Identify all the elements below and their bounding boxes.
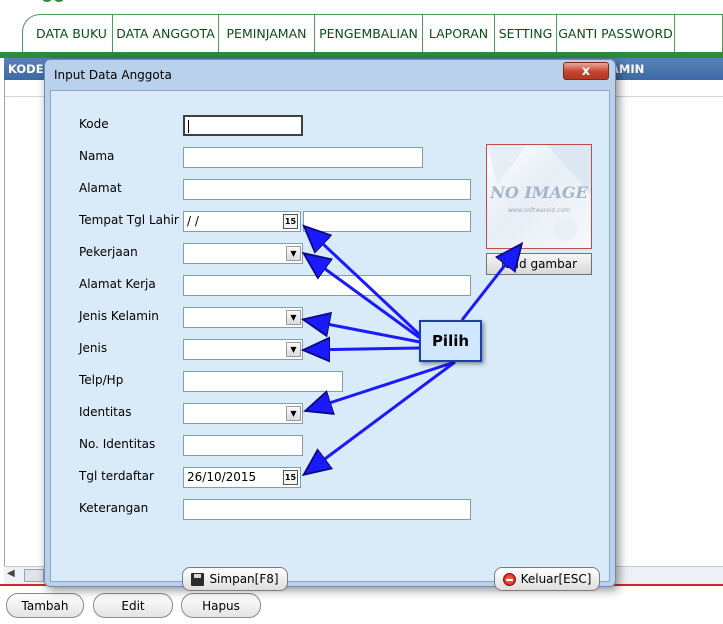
dialog-body: Kode Nama Alamat Tempat Tgl Lahir Pekerj… — [50, 90, 610, 591]
nav-pengembalian[interactable]: PENGEMBALIAN — [315, 15, 423, 52]
calendar-icon[interactable]: 15 — [283, 470, 298, 485]
nav-ganti-password[interactable]: GANTI PASSWORD — [557, 15, 675, 52]
photo-preview: NO IMAGE www.softwareid.com — [486, 144, 592, 249]
label-kode: Kode — [79, 117, 109, 131]
label-jenis: Jenis — [79, 341, 108, 355]
hapus-button[interactable]: Hapus — [181, 593, 261, 618]
calendar-icon[interactable]: 15 — [283, 214, 298, 229]
tgl-lahir-datepicker[interactable]: / / 15 — [183, 211, 301, 232]
keterangan-input[interactable] — [183, 499, 471, 520]
scroll-thumb[interactable] — [24, 569, 44, 582]
label-jenis-kelamin: Jenis Kelamin — [79, 309, 159, 323]
close-button[interactable]: x — [563, 62, 609, 80]
kode-input[interactable] — [183, 115, 303, 136]
app-logo-icon — [42, 0, 64, 2]
label-telp: Telp/Hp — [79, 373, 124, 387]
identitas-select[interactable]: ▼ — [183, 403, 303, 424]
label-pekerjaan: Pekerjaan — [79, 245, 138, 259]
text-caret — [188, 120, 189, 133]
exit-icon — [502, 572, 516, 586]
keluar-label: Keluar[ESC] — [520, 572, 592, 586]
nama-input[interactable] — [183, 147, 423, 168]
simpan-label: Simpan[F8] — [209, 572, 279, 586]
nav-laporan[interactable]: LAPORAN — [423, 15, 495, 52]
simpan-button[interactable]: Simpan[F8] — [182, 567, 288, 591]
label-tempat-tgl-lahir: Tempat Tgl Lahir — [79, 213, 179, 227]
nav-data-anggota[interactable]: DATA ANGGOTA — [113, 15, 219, 52]
chevron-down-icon[interactable]: ▼ — [286, 406, 301, 421]
scroll-left-icon[interactable]: ◀ — [7, 568, 15, 579]
save-icon — [191, 572, 205, 586]
label-alamat-kerja: Alamat Kerja — [79, 277, 156, 291]
tgl-lahir-value: / / — [187, 214, 199, 228]
no-image-text: NO IMAGE — [490, 183, 588, 202]
label-no-identitas: No. Identitas — [79, 437, 156, 451]
label-tgl-terdaftar: Tgl terdaftar — [79, 469, 154, 483]
tgl-terdaftar-value: 26/10/2015 — [187, 470, 257, 484]
nav-setting[interactable]: SETTING — [495, 15, 557, 52]
jenis-kelamin-select[interactable]: ▼ — [183, 307, 303, 328]
no-identitas-input[interactable] — [183, 435, 303, 456]
nav-data-buku[interactable]: DATA BUKU — [31, 15, 113, 52]
keluar-button[interactable]: Keluar[ESC] — [494, 567, 600, 591]
jenis-select[interactable]: ▼ — [183, 339, 303, 360]
edit-button[interactable]: Edit — [93, 593, 173, 618]
load-gambar-button[interactable]: load gambar — [486, 253, 592, 275]
pilih-callout: Pilih — [419, 320, 482, 362]
label-identitas: Identitas — [79, 405, 132, 419]
chevron-down-icon[interactable]: ▼ — [286, 310, 301, 325]
pekerjaan-select[interactable]: ▼ — [183, 243, 303, 264]
alamat-kerja-input[interactable] — [183, 275, 471, 296]
chevron-down-icon[interactable]: ▼ — [286, 246, 301, 261]
photo-watermark: www.softwareid.com — [507, 207, 571, 214]
main-nav: DATA BUKU DATA ANGGOTA PEMINJAMAN PENGEM… — [22, 14, 723, 52]
tambah-button[interactable]: Tambah — [6, 593, 84, 618]
alamat-input[interactable] — [183, 179, 471, 200]
dialog-title: Input Data Anggota — [54, 68, 172, 82]
tempat-lahir-input[interactable] — [303, 211, 471, 232]
chevron-down-icon[interactable]: ▼ — [286, 342, 301, 357]
input-anggota-dialog: Input Data Anggota x Kode Nama Alamat Te… — [44, 59, 616, 591]
tgl-terdaftar-datepicker[interactable]: 26/10/2015 15 — [183, 467, 301, 488]
column-header-kode[interactable]: KODE — [8, 58, 44, 80]
label-keterangan: Keterangan — [79, 501, 149, 515]
nav-peminjaman[interactable]: PEMINJAMAN — [219, 15, 315, 52]
label-nama: Nama — [79, 149, 115, 163]
telp-input[interactable] — [183, 371, 343, 392]
label-alamat: Alamat — [79, 181, 122, 195]
